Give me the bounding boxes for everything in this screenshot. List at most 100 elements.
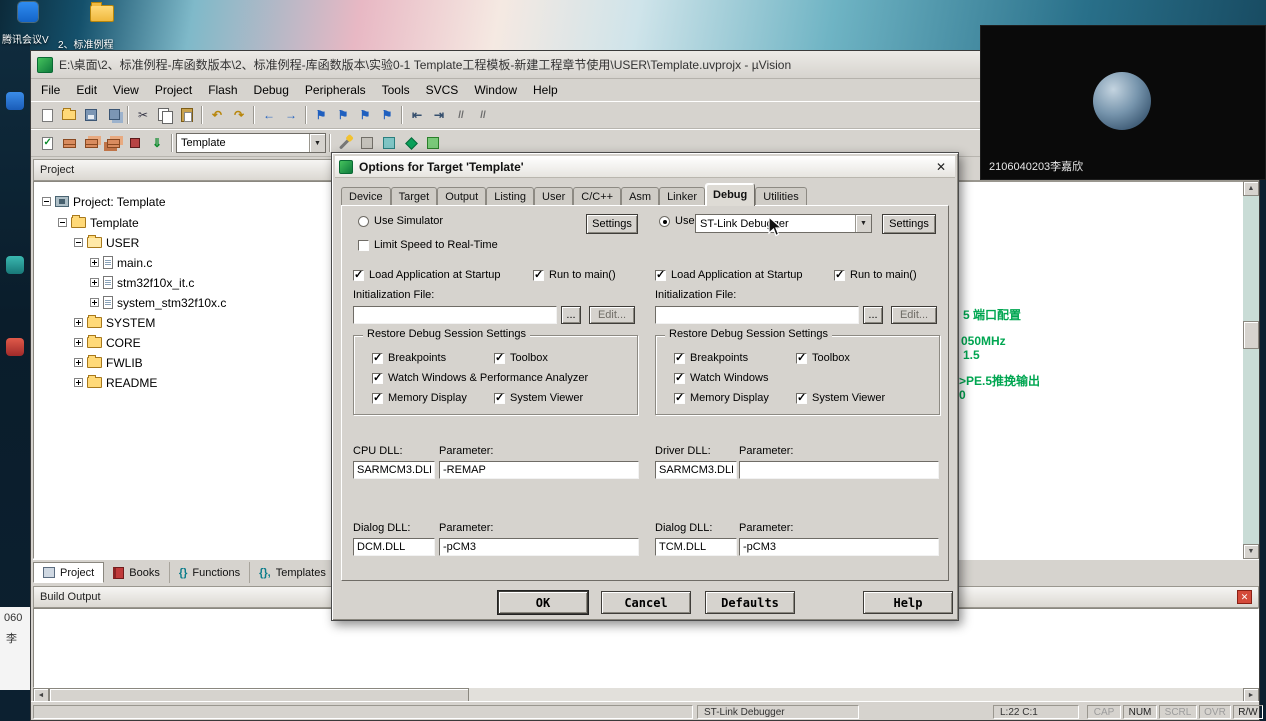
checkbox-icon[interactable]: [494, 391, 505, 404]
desktop-shortcut-icon[interactable]: [6, 338, 24, 356]
tab-listing[interactable]: Listing: [486, 187, 535, 206]
sim-run-to-main-checkbox[interactable]: Run to main(): [533, 268, 616, 281]
sim-watch-windows-checkbox[interactable]: Watch Windows & Performance Analyzer: [372, 371, 588, 384]
tree-item-project-root[interactable]: Project: Template: [42, 192, 166, 211]
expand-icon[interactable]: [90, 298, 99, 307]
tree-item-system-stm32f10x-c[interactable]: system_stm32f10x.c: [90, 293, 226, 312]
dialog-titlebar[interactable]: Options for Target 'Template' ✕: [335, 156, 955, 178]
checkbox-icon[interactable]: [655, 268, 666, 281]
tree-item-stm32f10x-it-c[interactable]: stm32f10x_it.c: [90, 273, 194, 292]
radio-icon[interactable]: [358, 215, 369, 227]
build-icon[interactable]: [58, 133, 80, 153]
cut-icon[interactable]: ✂: [132, 105, 154, 125]
sim-breakpoints-checkbox[interactable]: Breakpoints: [372, 351, 446, 364]
nav-back-icon[interactable]: ←: [258, 105, 280, 125]
menu-debug[interactable]: Debug: [246, 81, 297, 99]
debugger-settings-button[interactable]: Settings: [882, 214, 936, 234]
tree-item-main-c[interactable]: main.c: [90, 253, 152, 272]
scroll-down-icon[interactable]: ▼: [1243, 544, 1259, 559]
checkbox-icon[interactable]: [372, 351, 383, 364]
redo-icon[interactable]: ↷: [228, 105, 250, 125]
sim-dialog-parameter-input[interactable]: [439, 538, 639, 556]
checkbox-icon[interactable]: [674, 391, 685, 404]
collapse-icon[interactable]: [42, 197, 51, 206]
dbg-dialog-dll-input[interactable]: [655, 538, 737, 556]
tab-functions[interactable]: {} Functions: [170, 562, 251, 583]
paste-icon[interactable]: [176, 105, 198, 125]
comment-icon[interactable]: //: [450, 105, 472, 125]
menu-peripherals[interactable]: Peripherals: [297, 81, 374, 99]
uncomment-icon[interactable]: //: [472, 105, 494, 125]
close-icon[interactable]: ✕: [1237, 590, 1252, 604]
defaults-button[interactable]: Defaults: [705, 591, 795, 614]
tab-debug[interactable]: Debug: [705, 183, 756, 206]
checkbox-icon[interactable]: [834, 268, 845, 281]
cancel-button[interactable]: Cancel: [601, 591, 691, 614]
checkbox-icon[interactable]: [353, 268, 364, 281]
tree-item-user[interactable]: USER: [74, 233, 139, 252]
dbg-memory-display-checkbox[interactable]: Memory Display: [674, 391, 769, 404]
ok-button[interactable]: OK: [498, 591, 588, 614]
tab-linker[interactable]: Linker: [659, 187, 706, 206]
dbg-run-to-main-checkbox[interactable]: Run to main(): [834, 268, 917, 281]
menu-help[interactable]: Help: [525, 81, 566, 99]
close-icon[interactable]: ✕: [931, 158, 951, 175]
dbg-system-viewer-checkbox[interactable]: System Viewer: [796, 391, 885, 404]
bookmark-toggle-icon[interactable]: ⚑: [310, 105, 332, 125]
dbg-edit-button[interactable]: Edit...: [891, 306, 937, 324]
meeting-app-icon[interactable]: [18, 2, 38, 22]
cpu-parameter-input[interactable]: [439, 461, 639, 479]
sim-init-file-input[interactable]: [353, 306, 557, 324]
sim-dialog-dll-input[interactable]: [353, 538, 435, 556]
open-file-icon[interactable]: [58, 105, 80, 125]
expand-icon[interactable]: [90, 278, 99, 287]
checkbox-icon[interactable]: [372, 371, 383, 384]
save-icon[interactable]: [80, 105, 102, 125]
menu-project[interactable]: Project: [147, 81, 200, 99]
options-for-target-icon[interactable]: [334, 133, 356, 153]
translate-icon[interactable]: [36, 133, 58, 153]
menu-tools[interactable]: Tools: [374, 81, 418, 99]
batch-build-icon[interactable]: [102, 133, 124, 153]
use-debugger-radio[interactable]: Use:: [659, 215, 698, 227]
desktop-shortcut-icon[interactable]: [6, 256, 24, 274]
sim-browse-button[interactable]: ...: [561, 306, 581, 324]
copy-icon[interactable]: [154, 105, 176, 125]
dbg-load-app-checkbox[interactable]: Load Application at Startup: [655, 268, 802, 281]
dbg-init-file-input[interactable]: [655, 306, 859, 324]
chevron-down-icon[interactable]: ▼: [855, 215, 871, 232]
bookmark-next-icon[interactable]: ⚑: [354, 105, 376, 125]
scroll-up-icon[interactable]: ▲: [1243, 181, 1259, 196]
tab-books[interactable]: Books: [104, 562, 170, 583]
manage-project-items-icon[interactable]: [378, 133, 400, 153]
menu-view[interactable]: View: [105, 81, 147, 99]
bookmark-clear-icon[interactable]: ⚑: [376, 105, 398, 125]
stop-build-icon[interactable]: [124, 133, 146, 153]
menu-edit[interactable]: Edit: [68, 81, 105, 99]
tab-project[interactable]: Project: [33, 562, 105, 583]
desktop-shortcut-icon[interactable]: [6, 92, 24, 110]
download-icon[interactable]: ⇓: [146, 133, 168, 153]
expand-icon[interactable]: [74, 338, 83, 347]
limit-speed-checkbox[interactable]: Limit Speed to Real-Time: [358, 239, 498, 251]
indent-icon[interactable]: ⇥: [428, 105, 450, 125]
checkbox-icon[interactable]: [674, 371, 685, 384]
target-select[interactable]: Template ▼: [176, 133, 326, 153]
sim-system-viewer-checkbox[interactable]: System Viewer: [494, 391, 583, 404]
tree-item-system[interactable]: SYSTEM: [74, 313, 155, 332]
menu-file[interactable]: File: [33, 81, 68, 99]
dbg-breakpoints-checkbox[interactable]: Breakpoints: [674, 351, 748, 364]
rebuild-icon[interactable]: [80, 133, 102, 153]
driver-parameter-input[interactable]: [739, 461, 939, 479]
collapse-icon[interactable]: [74, 238, 83, 247]
sim-edit-button[interactable]: Edit...: [589, 306, 635, 324]
pack-installer-icon[interactable]: [400, 133, 422, 153]
use-simulator-radio[interactable]: Use Simulator: [358, 215, 443, 227]
file-extensions-icon[interactable]: [356, 133, 378, 153]
checkbox-icon[interactable]: [796, 351, 807, 364]
menu-flash[interactable]: Flash: [200, 81, 245, 99]
undo-icon[interactable]: ↶: [206, 105, 228, 125]
checkbox-icon[interactable]: [674, 351, 685, 364]
tree-item-readme[interactable]: README: [74, 373, 157, 392]
scrollbar-thumb[interactable]: [1243, 321, 1259, 349]
